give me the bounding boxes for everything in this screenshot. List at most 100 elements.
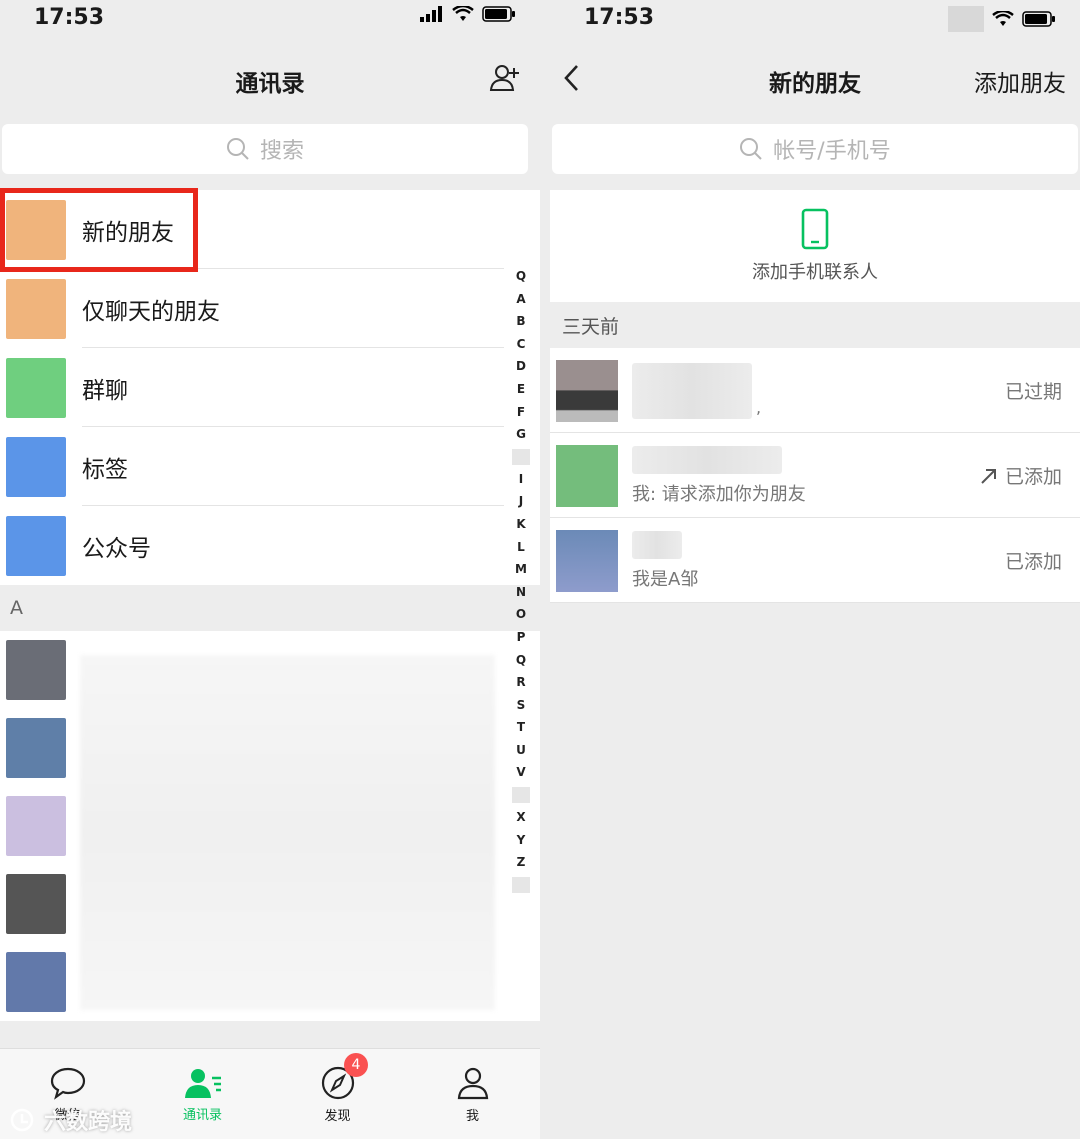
group-chat-icon [6, 357, 66, 418]
tab-contacts[interactable]: 通讯录 [135, 1049, 270, 1139]
avatar [556, 529, 618, 592]
index-letter[interactable]: S [506, 694, 536, 717]
watermark-logo-icon [10, 1108, 34, 1132]
menu-item-tags[interactable]: 标签 [0, 427, 540, 506]
index-letter[interactable]: M [506, 558, 536, 581]
blurred-contact-names [80, 655, 495, 1010]
status-bar: 17:53 [550, 0, 1080, 36]
alphabet-index[interactable]: QABCDEFGIJKLMNOPQRSTUVXYZ [506, 265, 536, 896]
tag-icon [6, 436, 66, 497]
friend-request-row[interactable]: 我是A邹 已添加 [550, 518, 1080, 603]
add-phone-contacts-button[interactable]: 添加手机联系人 [550, 190, 1080, 302]
index-letter[interactable]: C [506, 333, 536, 356]
avatar [6, 640, 66, 700]
tab-label: 发现 [324, 1108, 351, 1124]
section-header-three-days-ago: 三天前 [550, 303, 1080, 348]
index-letter[interactable]: T [506, 716, 536, 739]
index-letter[interactable]: Q [506, 649, 536, 672]
blurred-name [632, 445, 782, 474]
highlight-box [0, 188, 198, 272]
wifi-icon [452, 6, 474, 21]
new-friends-screen: 17:53 新的朋友 添加朋友 帐号/手机号 添加手机联系人 三天前 , 已过期… [550, 0, 1080, 1139]
index-letter[interactable]: D [506, 355, 536, 378]
index-letter[interactable]: R [506, 671, 536, 694]
tab-discover[interactable]: 发现 4 [270, 1049, 405, 1139]
request-info: 我是A邹 [632, 530, 699, 591]
index-letter[interactable]: K [506, 513, 536, 536]
blurred-signal [948, 6, 984, 32]
mobile-phone-icon [801, 208, 829, 250]
index-letter[interactable]: L [506, 536, 536, 559]
menu-item-group-chats[interactable]: 群聊 [0, 348, 540, 427]
notification-badge: 4 [344, 1053, 368, 1077]
status-label: 已添加 [1004, 466, 1062, 488]
blurred-name [632, 530, 682, 559]
request-message: , [756, 398, 762, 417]
add-contact-button[interactable] [488, 60, 524, 100]
avatar [556, 359, 618, 422]
avatar [6, 952, 66, 1012]
account-phone-search-input[interactable]: 帐号/手机号 [552, 124, 1078, 174]
menu-item-label: 标签 [82, 456, 128, 483]
contacts-screen: 17:53 通讯录 搜索 新的朋友 仅聊天的朋友 群聊 标签 公众号 A Q A… [0, 0, 540, 1139]
add-phone-contacts-label: 添加手机联系人 [752, 262, 878, 283]
status-icons [420, 6, 516, 22]
index-letter[interactable]: E [506, 378, 536, 401]
menu-item-official-accounts[interactable]: 公众号 [0, 506, 540, 585]
request-info: 我: 请求添加你为朋友 [632, 445, 806, 506]
friend-request-list: , 已过期 我: 请求添加你为朋友 已添加 我是A邹 已添加 [550, 348, 1080, 603]
index-blank[interactable] [512, 876, 530, 893]
friend-request-row[interactable]: 我: 请求添加你为朋友 已添加 [550, 433, 1080, 518]
person-icon [457, 1067, 488, 1099]
request-status: 已过期 [1005, 377, 1062, 404]
status-label: 已添加 [1004, 551, 1062, 573]
status-icons [948, 6, 1056, 32]
status-time: 17:53 [584, 5, 655, 30]
friend-request-row[interactable]: , 已过期 [550, 348, 1080, 433]
request-status: 已添加 [979, 462, 1062, 489]
chat-bubble-icon [50, 1067, 85, 1100]
index-letter[interactable]: V [506, 761, 536, 784]
index-letter[interactable]: G [506, 423, 536, 446]
add-friend-button[interactable]: 添加朋友 [974, 64, 1066, 98]
menu-item-label: 群聊 [82, 377, 128, 404]
official-account-icon [6, 515, 66, 576]
index-letter[interactable]: U [506, 739, 536, 762]
add-person-icon [489, 65, 519, 91]
chat-only-icon [6, 278, 66, 339]
index-letter[interactable]: Q [506, 265, 536, 288]
search-input[interactable]: 搜索 [2, 124, 528, 174]
page-title: 通讯录 [235, 71, 305, 97]
avatar [6, 874, 66, 934]
battery-icon [482, 6, 515, 22]
request-status: 已添加 [1005, 547, 1062, 574]
menu-item-chat-only-friends[interactable]: 仅聊天的朋友 [0, 269, 540, 348]
index-letter[interactable]: X [506, 806, 536, 829]
index-blank[interactable] [512, 787, 530, 804]
index-letter[interactable]: Z [506, 851, 536, 874]
index-letter[interactable]: Y [506, 829, 536, 852]
menu-item-label: 公众号 [82, 535, 151, 562]
nav-bar: 新的朋友 添加朋友 [550, 50, 1080, 110]
index-letter[interactable]: B [506, 310, 536, 333]
wifi-icon [992, 11, 1014, 26]
signal-icon [420, 6, 442, 22]
index-letter[interactable]: F [506, 401, 536, 424]
search-icon [740, 138, 762, 160]
index-letter[interactable]: P [506, 626, 536, 649]
request-info [632, 362, 752, 419]
request-message: 我是A邹 [632, 568, 699, 590]
status-bar: 17:53 [0, 0, 540, 36]
index-letter[interactable]: I [506, 468, 536, 491]
index-letter[interactable]: O [506, 603, 536, 626]
arrow-up-right-icon [981, 468, 996, 484]
index-blank[interactable] [512, 448, 530, 465]
index-letter[interactable]: N [506, 581, 536, 604]
nav-bar: 通讯录 [0, 50, 540, 110]
tab-label: 通讯录 [182, 1107, 222, 1123]
index-letter[interactable]: A [506, 288, 536, 311]
status-label: 已过期 [1004, 381, 1062, 403]
menu-item-label: 仅聊天的朋友 [82, 298, 220, 325]
tab-me[interactable]: 我 [405, 1049, 540, 1139]
index-letter[interactable]: J [506, 490, 536, 513]
